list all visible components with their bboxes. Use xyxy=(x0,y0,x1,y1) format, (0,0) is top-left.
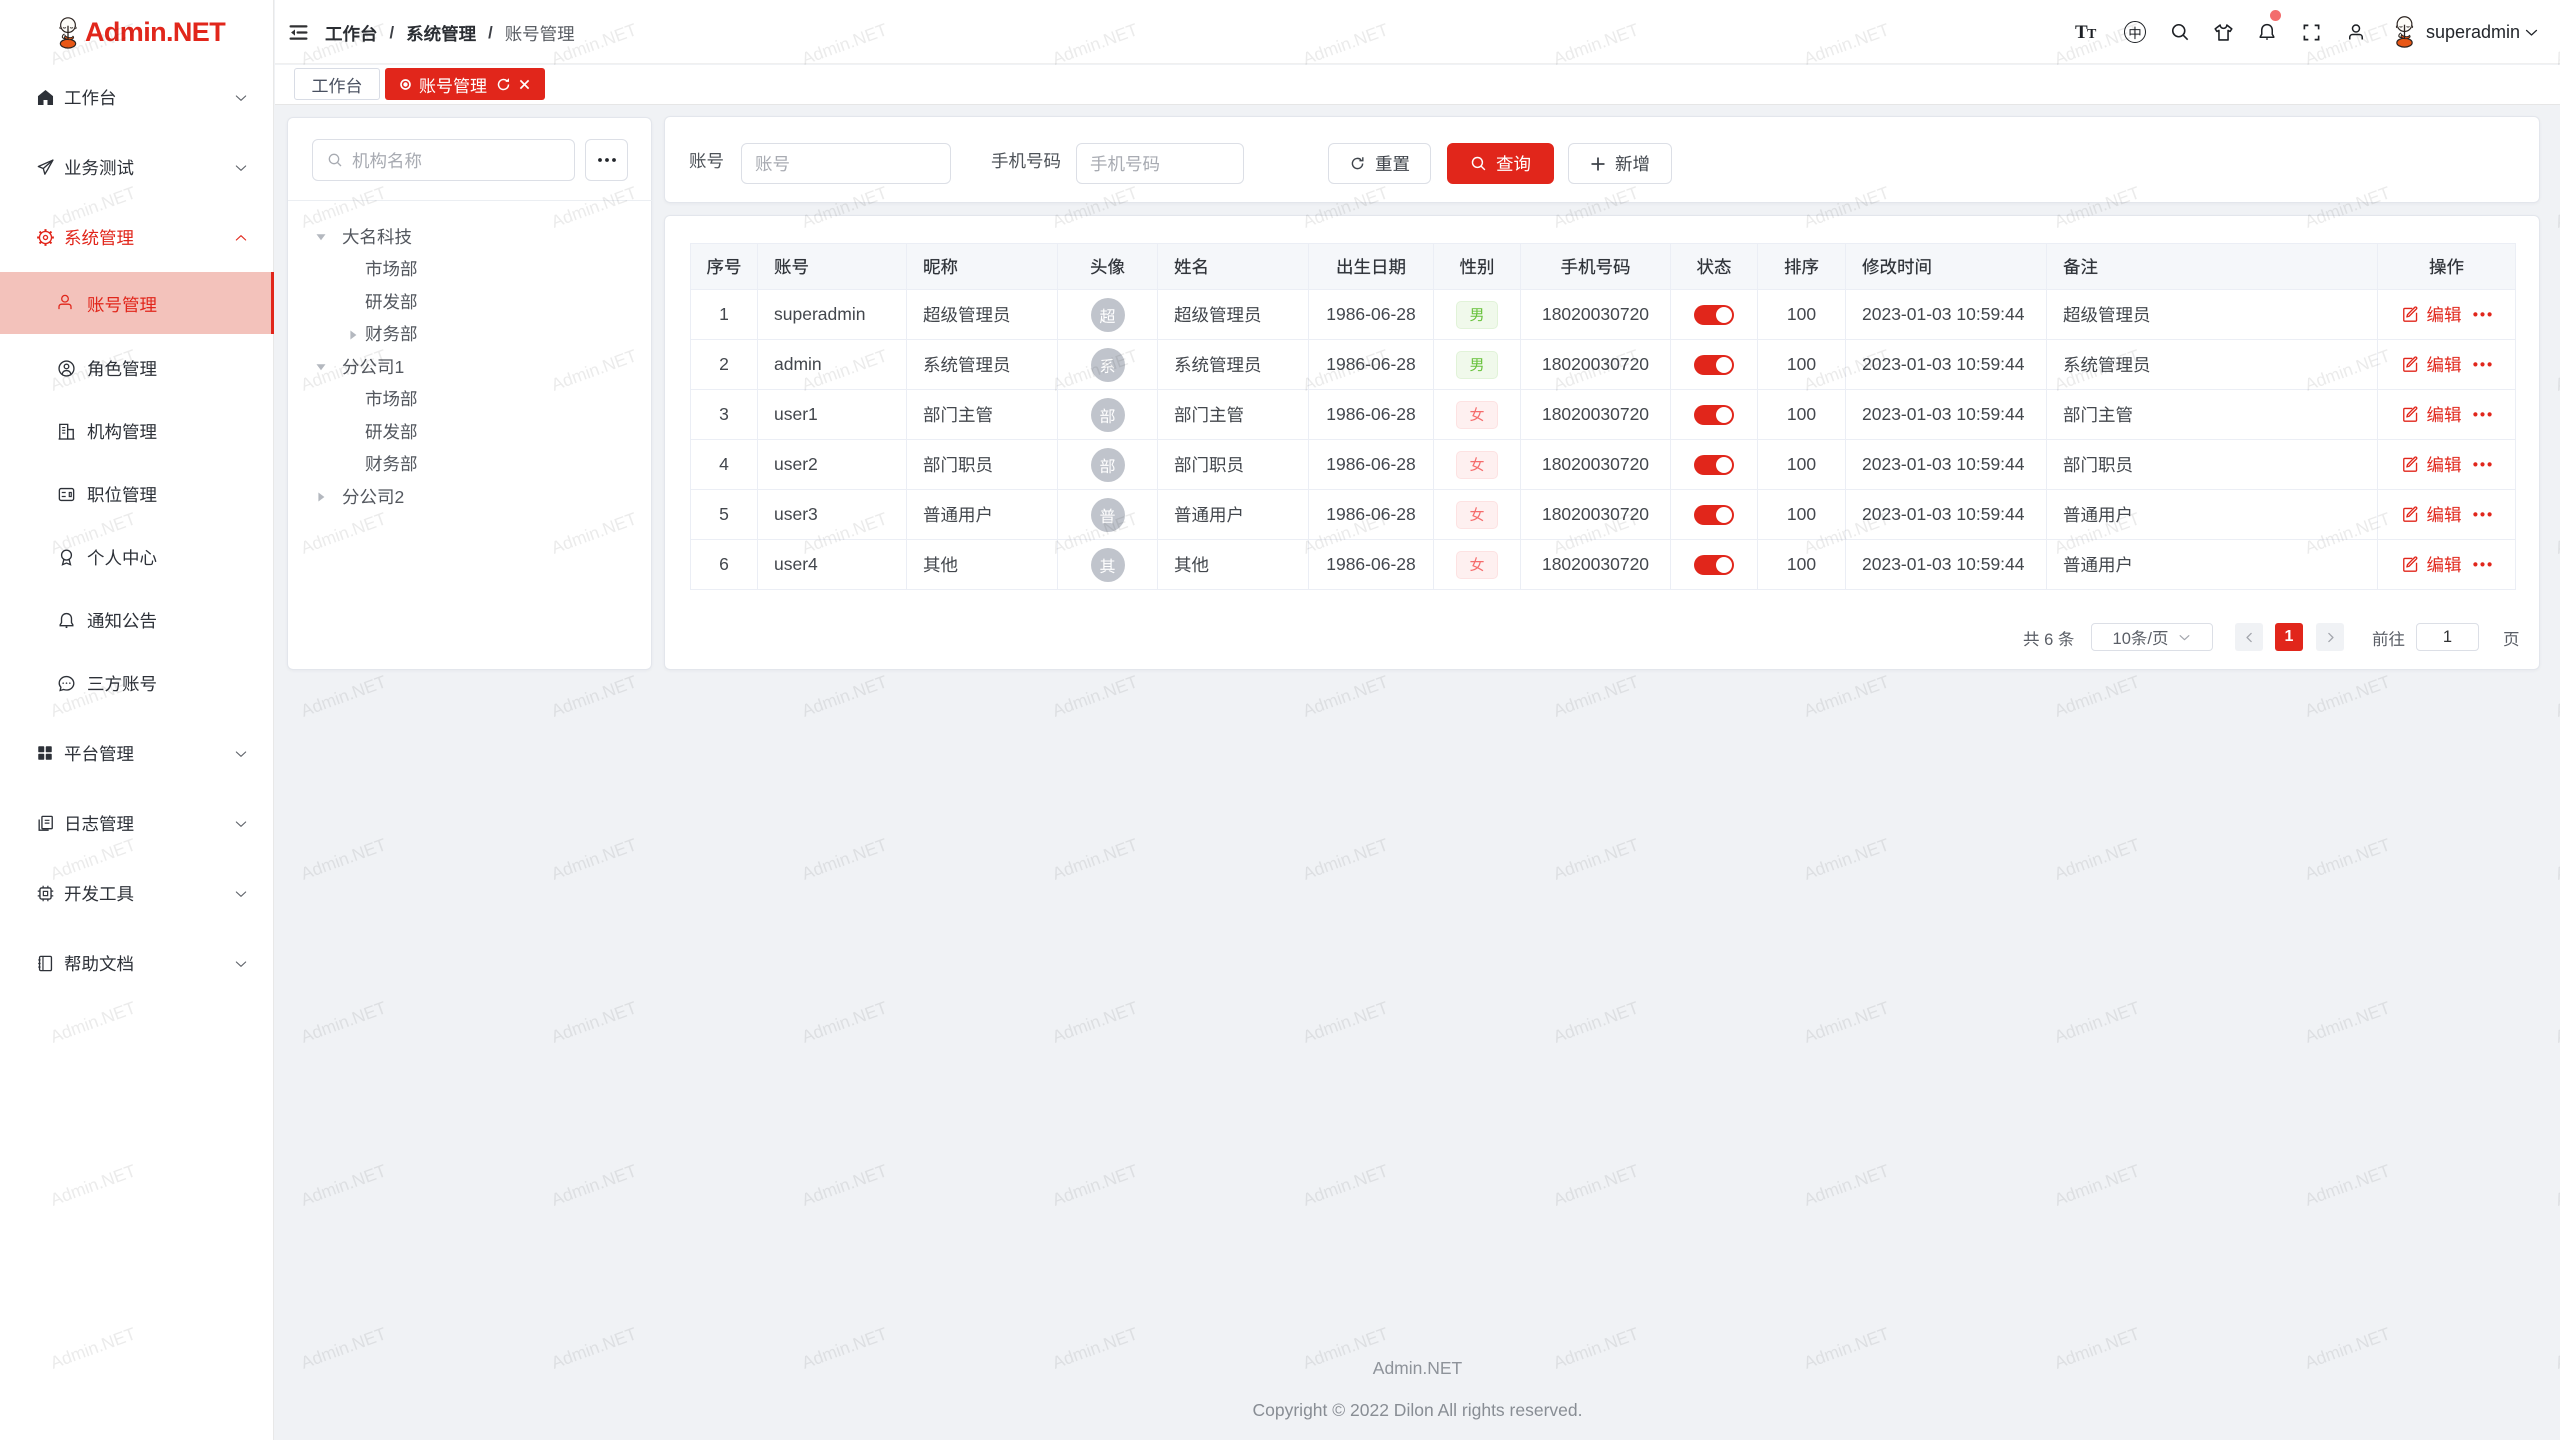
svg-text:T: T xyxy=(2087,27,2097,42)
